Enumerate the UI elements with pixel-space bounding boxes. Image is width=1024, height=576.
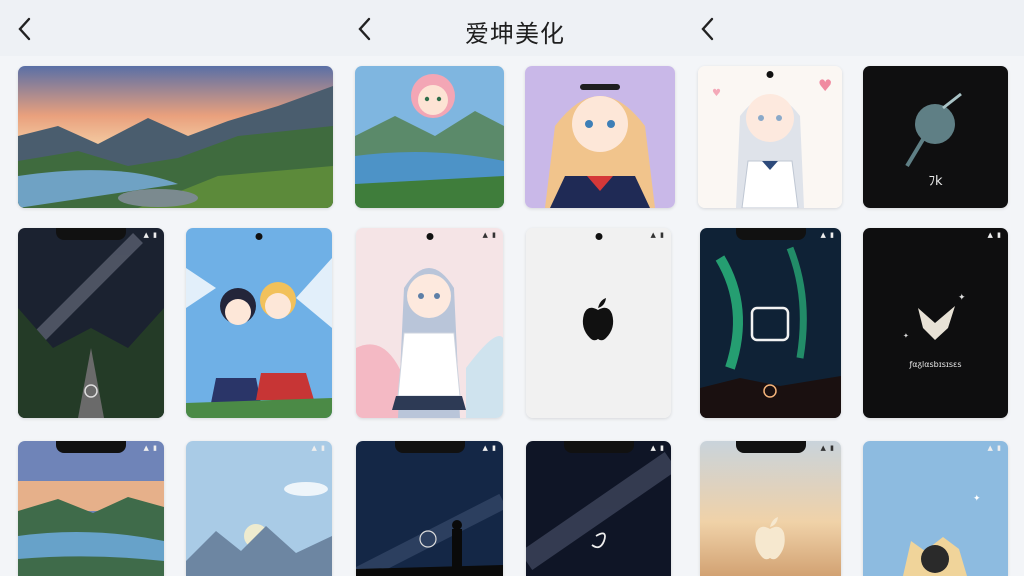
status-icons: ▲ ▮ [820, 231, 835, 239]
wallpaper-galaxy-swirl-phone[interactable]: ▲ ▮ [526, 441, 671, 576]
phone-notch [56, 441, 126, 453]
status-icons: ▲ ▮ [482, 231, 497, 239]
wallpaper-caption: ﾌk [928, 174, 943, 189]
wallpaper-mountain-sky-phone[interactable]: ▲ ▮ [186, 441, 332, 576]
wallpaper-blue-sky-cat-phone[interactable]: ✦ ▲ ▮ [863, 441, 1008, 576]
status-icons: ▲ ▮ [820, 444, 835, 452]
camera-hole [766, 71, 774, 78]
back-button-2[interactable] [352, 14, 376, 44]
wallpaper-sunset-apple-phone[interactable]: ▲ ▮ [700, 441, 841, 576]
wallpaper-dark-star-fox[interactable]: ✦ ✦ ƒαᵹlαsbɪsɪsɛs ▲ ▮ [863, 228, 1008, 418]
wallpaper-anime-silver-hair-hoodie[interactable]: ▲ ▮ [356, 228, 503, 418]
status-icons: ▲ ▮ [987, 231, 1002, 239]
phone-notch [56, 228, 126, 240]
status-icons: ▲ ▮ [311, 444, 326, 452]
status-icons: ▲ ▮ [482, 444, 497, 452]
wallpaper-anime-fairy-duo[interactable] [186, 228, 332, 418]
camera-hole [426, 233, 433, 240]
phone-notch [735, 228, 806, 240]
svg-text:✦: ✦ [958, 293, 966, 303]
svg-text:♥: ♥ [818, 76, 832, 95]
wallpaper-anime-silver-hair-hearts[interactable]: ♥ ♥ [698, 66, 842, 208]
wallpaper-white-apple-logo[interactable]: ▲ ▮ [526, 228, 671, 418]
status-icons: ▲ ▮ [987, 444, 1002, 452]
chevron-left-icon [358, 17, 371, 41]
wallpaper-anime-sailor-girl[interactable] [525, 66, 675, 208]
chevron-left-icon [18, 17, 31, 41]
back-button[interactable] [12, 14, 36, 44]
camera-hole [595, 233, 602, 240]
wallpaper-lake-sunset[interactable] [18, 66, 333, 208]
status-icons: ▲ ▮ [650, 231, 665, 239]
svg-text:✦: ✦ [973, 494, 981, 504]
wallpaper-lake-valley-phone[interactable]: ▲ ▮ [18, 441, 164, 576]
status-icons: ▲ ▮ [143, 231, 158, 239]
phone-notch [563, 441, 634, 453]
phone-notch [394, 441, 465, 453]
wallpaper-dark-key-icon[interactable]: ﾌk [863, 66, 1008, 208]
wallpaper-night-silhouette-phone[interactable]: ▲ ▮ [356, 441, 503, 576]
svg-text:✦: ✦ [903, 332, 909, 340]
wallpaper-caption: ƒαᵹlαsbɪsɪsɛs [909, 360, 962, 369]
wallpaper-aurora-square[interactable]: ▲ ▮ [700, 228, 841, 418]
camera-hole [255, 233, 263, 240]
page-title: 爱坤美化 [465, 20, 565, 48]
chevron-left-icon [701, 17, 714, 41]
phone-notch [735, 441, 806, 453]
status-icons: ▲ ▮ [143, 444, 158, 452]
wallpaper-anime-pink-hair-lake[interactable] [355, 66, 504, 208]
svg-text:♥: ♥ [712, 88, 721, 99]
wallpaper-milky-way-road[interactable]: ▲ ▮ [18, 228, 164, 418]
status-icons: ▲ ▮ [650, 444, 665, 452]
back-button-3[interactable] [695, 14, 719, 44]
